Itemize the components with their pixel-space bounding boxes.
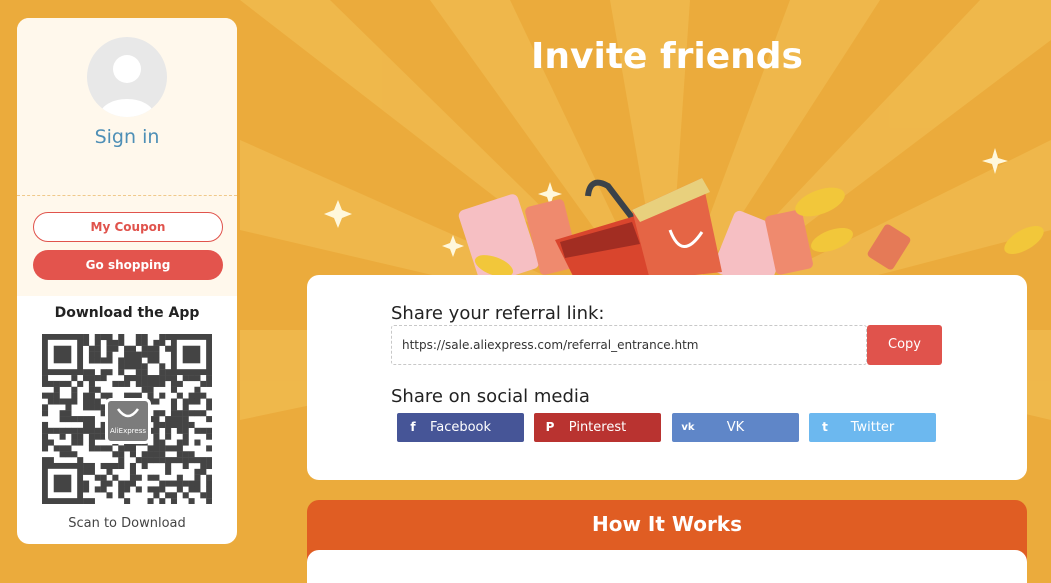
facebook-share-button[interactable]: f Facebook: [397, 413, 524, 442]
go-shopping-button[interactable]: Go shopping: [33, 250, 223, 280]
referral-link-field[interactable]: https://sale.aliexpress.com/referral_ent…: [391, 325, 867, 365]
qr-logo-text: AliExpress: [109, 427, 146, 435]
avatar-placeholder-icon: [99, 55, 155, 117]
sign-in-link[interactable]: Sign in: [17, 126, 237, 148]
my-coupon-button[interactable]: My Coupon: [33, 212, 223, 242]
social-share-label: Share on social media: [391, 386, 590, 407]
twitter-share-button[interactable]: t Twitter: [809, 413, 936, 442]
copy-button[interactable]: Copy: [867, 325, 942, 365]
twitter-label: Twitter: [850, 420, 895, 435]
page-title: Invite friends: [531, 36, 803, 77]
facebook-icon: f: [410, 420, 416, 434]
referral-link-label: Share your referral link:: [391, 303, 605, 324]
pinterest-icon: P: [545, 420, 555, 434]
divider: [17, 195, 237, 196]
shopping-illustration: [324, 148, 1044, 280]
facebook-label: Facebook: [429, 420, 492, 435]
vk-icon: vk: [681, 422, 695, 433]
avatar[interactable]: [87, 37, 167, 117]
twitter-icon: t: [822, 420, 828, 434]
vk-label: VK: [726, 420, 745, 435]
download-app-title: Download the App: [54, 305, 200, 321]
scan-to-download-text: Scan to Download: [68, 516, 186, 531]
vk-share-button[interactable]: vk VK: [672, 413, 799, 442]
how-it-works-section: How It Works: [307, 500, 1027, 583]
pinterest-label: Pinterest: [568, 420, 627, 435]
how-it-works-content: [307, 550, 1027, 583]
share-card: Share your referral link: https://sale.a…: [307, 275, 1027, 480]
aliexpress-logo-icon: AliExpress: [105, 398, 151, 444]
user-sidebar: Sign in My Coupon Go shopping Download t…: [17, 18, 237, 544]
how-it-works-title: How It Works: [591, 512, 743, 536]
pinterest-share-button[interactable]: P Pinterest: [534, 413, 661, 442]
